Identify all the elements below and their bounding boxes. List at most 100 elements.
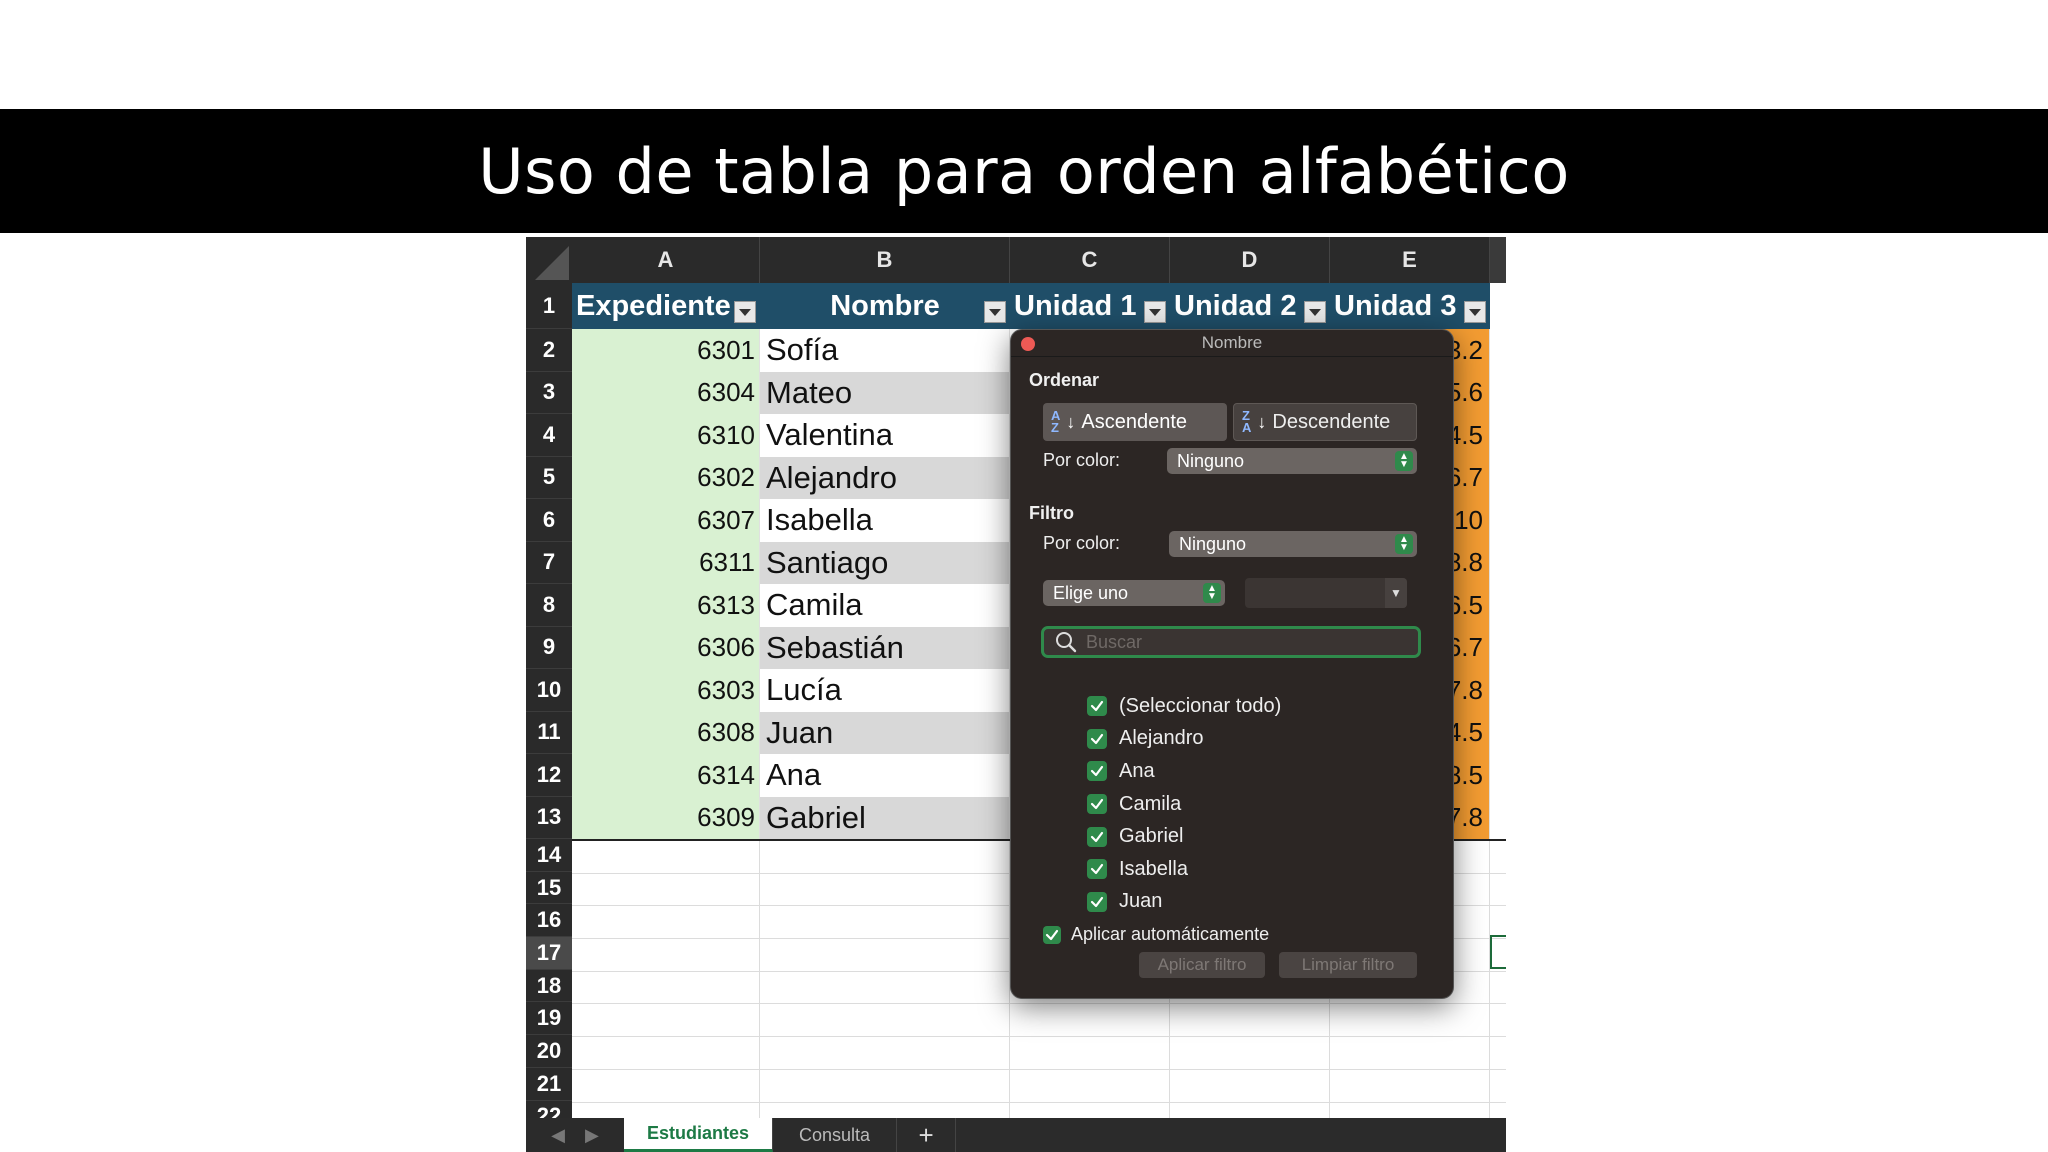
column-header-f[interactable] — [1490, 237, 1506, 283]
row-header[interactable]: 8 — [526, 584, 572, 627]
filter-list-item[interactable]: Camila — [1087, 788, 1281, 821]
empty-cell[interactable] — [1170, 1004, 1330, 1038]
row-header[interactable]: 3 — [526, 371, 572, 414]
checkbox-checked-icon[interactable] — [1087, 696, 1107, 717]
row-header[interactable]: 9 — [526, 626, 572, 669]
cell-expediente[interactable]: 6311 — [572, 541, 760, 584]
row-header[interactable]: 16 — [526, 904, 572, 938]
empty-cell[interactable] — [572, 1004, 760, 1038]
filter-by-color-select[interactable]: Ninguno ▲ ▼ — [1169, 531, 1417, 557]
empty-cell[interactable] — [760, 841, 1010, 874]
empty-cell[interactable] — [1490, 456, 1506, 499]
cell-nombre[interactable]: Ana — [760, 754, 1010, 797]
cell-expediente[interactable]: 6310 — [572, 414, 760, 457]
auto-apply-option[interactable]: Aplicar automáticamente — [1043, 924, 1269, 945]
cell-nombre[interactable]: Isabella — [760, 499, 1010, 542]
column-header-b[interactable]: B — [760, 237, 1010, 283]
checkbox-checked-icon[interactable] — [1087, 728, 1107, 749]
column-header-c[interactable]: C — [1010, 237, 1170, 283]
empty-cell[interactable] — [1490, 754, 1506, 797]
empty-cell[interactable] — [1330, 1069, 1490, 1103]
filter-list-item[interactable]: Isabella — [1087, 853, 1281, 886]
row-header[interactable]: 12 — [526, 754, 572, 797]
checkbox-checked-icon[interactable] — [1087, 761, 1107, 782]
filter-dropdown-icon[interactable] — [1144, 301, 1166, 323]
select-all-corner[interactable] — [526, 237, 572, 283]
prev-sheet-icon[interactable]: ◀ — [551, 1125, 565, 1146]
sheet-tab-consulta[interactable]: Consulta — [773, 1118, 898, 1152]
empty-cell[interactable] — [1330, 1037, 1490, 1070]
cell-expediente[interactable]: 6308 — [572, 711, 760, 754]
cell-nombre[interactable]: Valentina — [760, 414, 1010, 457]
cell-nombre[interactable]: Sofía — [760, 329, 1010, 372]
row-header[interactable]: 6 — [526, 499, 572, 542]
empty-cell[interactable] — [760, 1004, 1010, 1038]
row-header[interactable]: 19 — [526, 1002, 572, 1036]
cell-expediente[interactable]: 6307 — [572, 499, 760, 542]
empty-cell[interactable] — [1490, 584, 1506, 627]
empty-cell[interactable] — [572, 841, 760, 874]
empty-cell[interactable] — [1170, 1037, 1330, 1070]
cell-expediente[interactable]: 6309 — [572, 796, 760, 839]
empty-cell[interactable] — [1490, 841, 1506, 874]
search-input[interactable] — [1084, 630, 1388, 654]
empty-cell[interactable] — [1490, 873, 1506, 907]
row-header[interactable]: 5 — [526, 456, 572, 499]
empty-cell[interactable] — [1490, 1069, 1506, 1103]
condition-select[interactable]: Elige uno ▲ ▼ — [1043, 580, 1225, 606]
empty-cell[interactable] — [760, 906, 1010, 940]
empty-cell[interactable] — [572, 939, 760, 972]
cell-expediente[interactable]: 6302 — [572, 456, 760, 499]
sort-by-color-select[interactable]: Ninguno ▲ ▼ — [1167, 448, 1417, 474]
cell-nombre[interactable]: Gabriel — [760, 796, 1010, 839]
empty-cell[interactable] — [1330, 1004, 1490, 1038]
row-header[interactable]: 1 — [526, 283, 572, 329]
filter-list-item[interactable]: Juan — [1087, 886, 1281, 919]
sheet-tab-estudiantes[interactable]: Estudiantes — [624, 1118, 773, 1152]
empty-cell[interactable] — [1490, 1004, 1506, 1038]
checkbox-checked-icon[interactable] — [1087, 891, 1107, 912]
cell-nombre[interactable]: Alejandro — [760, 456, 1010, 499]
filter-dropdown-icon[interactable] — [1304, 301, 1326, 323]
sort-filter-active-icon[interactable] — [984, 301, 1006, 323]
empty-cell[interactable] — [1490, 971, 1506, 1005]
row-header[interactable]: 13 — [526, 796, 572, 839]
row-header[interactable]: 2 — [526, 329, 572, 372]
empty-cell[interactable] — [760, 939, 1010, 972]
apply-filter-button[interactable]: Aplicar filtro — [1139, 952, 1265, 978]
empty-cell[interactable] — [1010, 1037, 1170, 1070]
filter-dropdown-icon[interactable] — [1464, 301, 1486, 323]
row-header[interactable]: 14 — [526, 839, 572, 872]
next-sheet-icon[interactable]: ▶ — [585, 1125, 599, 1146]
empty-cell[interactable] — [1170, 1069, 1330, 1103]
cell-expediente[interactable]: 6306 — [572, 626, 760, 669]
cell-expediente[interactable]: 6304 — [572, 371, 760, 414]
empty-cell[interactable] — [1010, 1069, 1170, 1103]
empty-cell[interactable] — [572, 873, 760, 907]
row-header[interactable]: 20 — [526, 1035, 572, 1068]
row-header[interactable]: 4 — [526, 414, 572, 457]
cell-nombre[interactable]: Lucía — [760, 669, 1010, 712]
row-header[interactable]: 21 — [526, 1067, 572, 1101]
cell-expediente[interactable]: 6313 — [572, 584, 760, 627]
empty-cell[interactable] — [760, 1037, 1010, 1070]
empty-cell[interactable] — [1490, 626, 1506, 669]
empty-cell[interactable] — [572, 1037, 760, 1070]
add-sheet-button[interactable]: + — [897, 1118, 957, 1152]
empty-cell[interactable] — [572, 906, 760, 940]
checkbox-checked-icon[interactable] — [1043, 925, 1061, 944]
empty-cell[interactable] — [572, 1069, 760, 1103]
empty-cell[interactable] — [1490, 499, 1506, 542]
empty-cell[interactable] — [1490, 541, 1506, 584]
chevron-down-icon[interactable]: ▼ — [1385, 578, 1407, 608]
empty-cell[interactable] — [1490, 329, 1506, 372]
empty-cell[interactable] — [760, 971, 1010, 1005]
cell-nombre[interactable]: Sebastián — [760, 626, 1010, 669]
clear-filter-button[interactable]: Limpiar filtro — [1279, 952, 1417, 978]
column-header-a[interactable]: A — [572, 237, 760, 283]
empty-cell[interactable] — [760, 873, 1010, 907]
row-header[interactable]: 10 — [526, 669, 572, 712]
sort-ascending-button[interactable]: A Z ↓ Ascendente — [1043, 403, 1227, 441]
empty-cell[interactable] — [760, 1069, 1010, 1103]
condition-value-field[interactable]: ▼ — [1245, 578, 1407, 608]
